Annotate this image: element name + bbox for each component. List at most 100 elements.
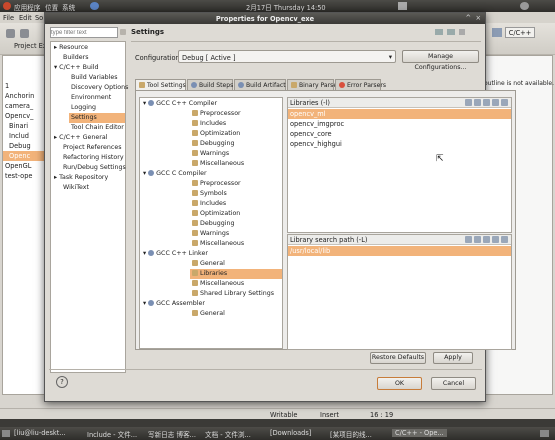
tool-option[interactable]: Debugging <box>192 219 234 229</box>
nav-tool-chain-editor[interactable]: Tool Chain Editor <box>71 123 124 133</box>
configuration-select[interactable]: Debug [ Active ] ▾ <box>178 50 396 63</box>
tool-category[interactable]: ▾ GCC C++ Compiler <box>143 99 217 109</box>
taskbar-item[interactable]: C/C++ - Ope... <box>392 429 447 437</box>
tool-option[interactable]: Miscellaneous <box>192 239 244 249</box>
delete-icon[interactable] <box>474 99 481 106</box>
nav-settings[interactable]: Settings <box>69 113 125 123</box>
tool-option[interactable]: Warnings <box>192 229 229 239</box>
tool-option[interactable]: Warnings <box>192 149 229 159</box>
user-icon[interactable] <box>520 2 529 10</box>
tool-option[interactable]: General <box>192 309 225 319</box>
list-item[interactable]: Opencv_ <box>3 111 49 121</box>
menu-source[interactable]: So <box>35 14 43 22</box>
tool-option[interactable]: Includes <box>192 119 226 129</box>
delete-icon[interactable] <box>474 236 481 243</box>
list-item[interactable]: 1 <box>3 81 49 91</box>
library-path-item[interactable]: /usr/local/lib <box>288 246 511 256</box>
nav-discovery-options[interactable]: Discovery Options <box>71 83 128 93</box>
nav-run-debug-settings[interactable]: Run/Debug Settings <box>63 163 126 173</box>
library-item[interactable]: opencv_core <box>288 129 511 139</box>
nav-wikitext[interactable]: WikiText <box>63 183 89 193</box>
tool-option[interactable]: Optimization <box>192 129 240 139</box>
nav-refactoring-history[interactable]: Refactoring History <box>63 153 124 163</box>
tool-option[interactable]: Preprocessor <box>192 109 241 119</box>
add-icon[interactable] <box>465 99 472 106</box>
tool-option[interactable]: Preprocessor <box>192 179 241 189</box>
tool-option[interactable]: Symbols <box>192 189 227 199</box>
list-item[interactable]: Anchorin <box>3 91 49 101</box>
back-icon[interactable] <box>435 29 443 35</box>
close-icon[interactable]: × <box>475 14 481 22</box>
nav-task-repository[interactable]: ▸ Task Repository <box>54 173 108 183</box>
tool-option[interactable]: Debugging <box>192 139 234 149</box>
tool-category[interactable]: ▾ GCC C++ Linker <box>143 249 208 259</box>
trash-icon[interactable] <box>540 430 549 437</box>
apply-button[interactable]: Apply <box>433 352 473 364</box>
list-item[interactable]: OpenGL <box>3 161 49 171</box>
minimize-icon[interactable]: ^ <box>465 14 471 22</box>
nav-project-references[interactable]: Project References <box>63 143 122 153</box>
clock[interactable]: 2月17日 Thursday 14:50 <box>246 2 326 12</box>
list-item[interactable]: camera_ <box>3 101 49 111</box>
system-menu[interactable]: 系统 <box>62 2 75 12</box>
filter-input[interactable] <box>50 27 118 38</box>
tool-option[interactable]: Miscellaneous <box>192 159 244 169</box>
tool-option[interactable]: Miscellaneous <box>192 279 244 289</box>
list-item[interactable]: Includ <box>3 131 49 141</box>
view-menu-icon[interactable] <box>459 29 465 35</box>
help-icon[interactable] <box>90 2 99 10</box>
ubuntu-logo-icon[interactable] <box>3 2 11 10</box>
open-perspective-icon[interactable] <box>492 28 502 37</box>
tool-option[interactable]: Includes <box>192 199 226 209</box>
edit-icon[interactable] <box>483 236 490 243</box>
manage-configurations-button[interactable]: Manage Configurations... <box>402 50 479 71</box>
edit-icon[interactable] <box>483 99 490 106</box>
places-menu[interactable]: 位置 <box>45 2 58 12</box>
menu-edit[interactable]: Edit <box>19 14 32 22</box>
cancel-button[interactable]: Cancel <box>431 377 476 390</box>
taskbar-item[interactable]: [liu@liu-deskt... <box>14 429 66 437</box>
nav-builders[interactable]: Builders <box>63 53 89 63</box>
ok-button[interactable]: OK <box>377 377 422 390</box>
perspective-cpp-button[interactable]: C/C++ <box>505 27 535 38</box>
taskbar-item[interactable]: Include - 文件... <box>87 429 137 439</box>
nav-cc-build[interactable]: ▾ C/C++ Build <box>54 63 98 73</box>
list-item[interactable]: Binari <box>3 121 49 131</box>
library-item[interactable]: opencv_highgui <box>288 139 511 149</box>
tool-option[interactable]: General <box>192 259 225 269</box>
clear-filter-icon[interactable] <box>120 29 126 35</box>
nav-cc-general[interactable]: ▸ C/C++ General <box>54 133 107 143</box>
save-icon[interactable] <box>20 29 29 38</box>
move-up-icon[interactable] <box>492 236 499 243</box>
move-up-icon[interactable] <box>492 99 499 106</box>
forward-icon[interactable] <box>447 29 455 35</box>
tool-option[interactable]: Libraries <box>190 269 282 279</box>
library-item[interactable]: opencv_imgproc <box>288 119 511 129</box>
applications-menu[interactable]: 应用程序 <box>14 2 40 12</box>
new-icon[interactable] <box>6 29 15 38</box>
list-item[interactable]: Openc <box>3 151 49 161</box>
nav-environment[interactable]: Environment <box>71 93 111 103</box>
taskbar-item[interactable]: 文档 - 文件浏... <box>205 429 251 439</box>
nav-build-variables[interactable]: Build Variables <box>71 73 118 83</box>
tool-option[interactable]: Optimization <box>192 209 240 219</box>
nav-logging[interactable]: Logging <box>71 103 96 113</box>
dialog-title-bar[interactable]: Properties for Opencv_exe ^ × <box>45 13 485 24</box>
library-item[interactable]: opencv_ml <box>288 109 511 119</box>
show-desktop-icon[interactable] <box>2 430 10 437</box>
taskbar-item[interactable]: [Downloads] <box>270 429 311 437</box>
tool-category[interactable]: ▾ GCC Assembler <box>143 299 205 309</box>
taskbar-item[interactable]: [某项目的线... <box>330 429 372 439</box>
volume-icon[interactable] <box>398 2 407 10</box>
move-down-icon[interactable] <box>501 236 508 243</box>
help-icon[interactable]: ? <box>56 376 68 388</box>
taskbar-item[interactable]: 写新日志 博客... <box>148 429 196 439</box>
restore-defaults-button[interactable]: Restore Defaults <box>370 352 426 364</box>
tool-option[interactable]: Shared Library Settings <box>192 289 274 299</box>
list-item[interactable]: test-ope <box>3 171 49 181</box>
menu-file[interactable]: File <box>3 14 14 22</box>
nav-resource[interactable]: ▸ Resource <box>54 43 88 53</box>
move-down-icon[interactable] <box>501 99 508 106</box>
add-icon[interactable] <box>465 236 472 243</box>
tool-category[interactable]: ▾ GCC C Compiler <box>143 169 207 179</box>
